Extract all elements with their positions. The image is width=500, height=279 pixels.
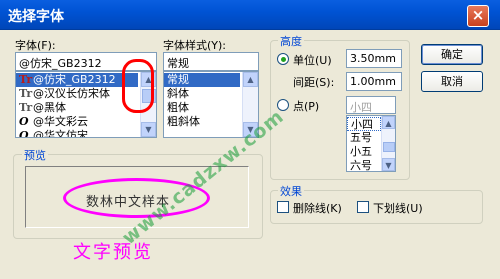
opentype-font-icon: O: [19, 115, 29, 128]
scroll-down-icon[interactable]: ▼: [382, 158, 395, 171]
style-input[interactable]: 常规: [163, 52, 259, 71]
font-list-item[interactable]: O @华文仿宋: [16, 129, 138, 138]
point-size-item[interactable]: 五号: [347, 131, 381, 145]
point-size-item[interactable]: 小五: [347, 145, 381, 159]
spacing-label: 间距(S):: [293, 76, 335, 89]
scroll-up-icon[interactable]: ▲: [382, 116, 395, 129]
scroll-up-icon[interactable]: ▲: [243, 72, 258, 87]
style-list-item[interactable]: 粗体: [164, 101, 240, 115]
opentype-font-icon: O: [19, 129, 29, 138]
strikethrough-checkbox[interactable]: [277, 201, 289, 213]
strikethrough-label: 删除线(K): [293, 202, 342, 215]
point-size-item[interactable]: 小四: [347, 117, 381, 131]
font-list-item[interactable]: Tr@仿宋_GB2312: [16, 73, 138, 87]
close-button[interactable]: ×: [467, 5, 489, 27]
underline-checkbox[interactable]: [357, 201, 369, 213]
underline-label: 下划线(U): [373, 202, 423, 215]
font-list-item[interactable]: Tr@黑体: [16, 101, 138, 115]
point-size-list[interactable]: 小四 五号 小五 六号 ▲ ▼: [346, 115, 396, 172]
scroll-down-icon[interactable]: ▼: [141, 122, 156, 137]
preview-group-title: 预览: [22, 147, 48, 163]
spacing-input[interactable]: 1.00mm: [346, 72, 402, 91]
highlight-annotation: [122, 59, 154, 113]
preview-annotation: 文字预览: [73, 242, 153, 263]
font-list-item[interactable]: O @华文彩云: [16, 115, 138, 129]
font-label: 字体(F):: [15, 39, 56, 52]
dialog-title: 选择字体: [8, 9, 64, 25]
font-list-item[interactable]: Tr@汉仪长仿宋体: [16, 87, 138, 101]
point-label: 点(P): [293, 100, 320, 113]
cancel-button[interactable]: 取消: [421, 71, 483, 92]
title-bar: [0, 0, 500, 30]
unit-input[interactable]: 3.50mm: [346, 49, 402, 68]
point-radio[interactable]: [277, 99, 289, 111]
style-label: 字体样式(Y):: [163, 39, 227, 52]
effects-group-title: 效果: [278, 183, 304, 199]
style-list-item[interactable]: 斜体: [164, 87, 240, 101]
style-list-item[interactable]: 常规: [164, 73, 240, 87]
point-size-scrollbar[interactable]: ▲ ▼: [381, 116, 395, 171]
unit-radio[interactable]: [277, 53, 289, 65]
truetype-font-icon: Tr: [19, 73, 33, 86]
unit-label: 单位(U): [293, 54, 332, 67]
height-group-title: 高度: [278, 33, 304, 49]
ok-button[interactable]: 确定: [421, 44, 483, 65]
truetype-font-icon: Tr: [19, 101, 33, 114]
point-size-item[interactable]: 六号: [347, 159, 381, 171]
style-list-item[interactable]: 粗斜体: [164, 115, 240, 129]
scroll-thumb[interactable]: [383, 142, 395, 152]
point-size-input[interactable]: 小四: [346, 96, 396, 114]
truetype-font-icon: Tr: [19, 87, 33, 100]
